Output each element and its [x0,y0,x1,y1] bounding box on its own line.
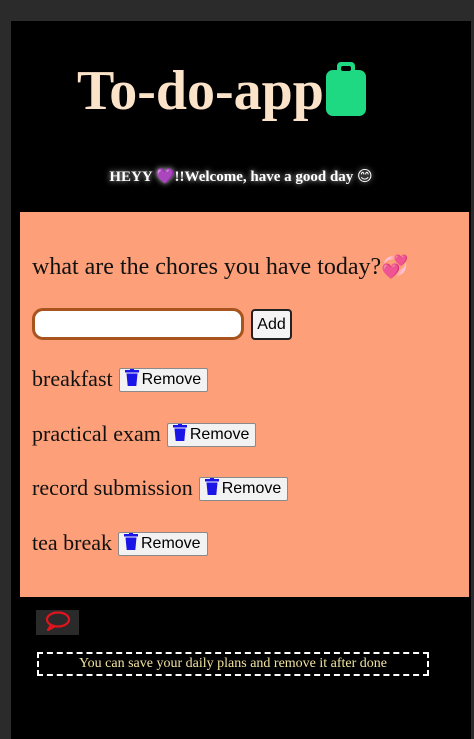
remove-label: Remove [221,480,282,497]
task-item: tea break Remove [32,530,208,556]
remove-button[interactable]: Remove [118,368,209,392]
task-item: record submission Remove [32,475,289,501]
chores-question: what are the chores you have today?💞 [32,254,409,281]
trash-bin-icon [204,478,219,500]
hearts-icon: 💞 [381,255,409,280]
remove-button[interactable]: Remove [118,532,208,556]
chores-question-text: what are the chores you have today? [32,254,382,280]
remove-button[interactable]: Remove [166,423,257,447]
trash-bin-icon [124,533,138,555]
trash-bin-icon [124,369,139,391]
task-input[interactable] [32,308,244,340]
task-text: tea break [32,530,112,555]
footer-note: You can save your daily plans and remove… [37,652,429,676]
remove-label: Remove [189,426,250,443]
chat-button[interactable] [36,610,79,635]
speech-bubble-icon [45,610,71,635]
smile-icon: 😊 [357,167,373,185]
remove-button[interactable]: Remove [198,477,289,501]
welcome-text-start: HEYY [109,169,156,185]
task-text: breakfast [32,366,113,391]
title-row: To-do-app [77,60,368,122]
remove-label: Remove [141,371,202,388]
app-frame: To-do-app HEYY 💜!!Welcome, have a good d… [11,21,471,739]
page-title: To-do-app [77,60,324,122]
task-item: breakfast Remove [32,366,209,392]
todo-panel: what are the chores you have today?💞 Add… [20,212,469,597]
welcome-message: HEYY 💜!!Welcome, have a good day 😊 [11,167,471,186]
purple-heart-icon: 💜 [155,167,175,185]
task-text: practical exam [32,421,161,446]
task-text: record submission [32,475,193,500]
add-button[interactable]: Add [251,309,292,340]
remove-label: Remove [141,535,201,552]
clipboard-icon [324,60,368,118]
trash-bin-icon [172,424,187,446]
task-item: practical exam Remove [32,421,257,447]
welcome-text-end: !!Welcome, have a good day [174,169,358,185]
